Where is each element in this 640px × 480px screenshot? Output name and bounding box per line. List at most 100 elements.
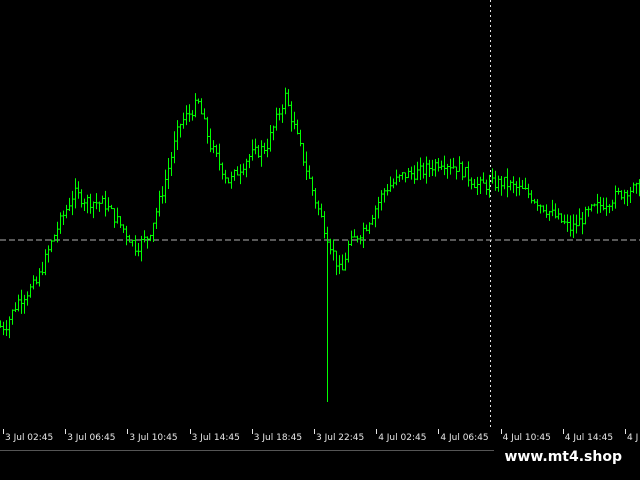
price-chart-area[interactable] [0,0,640,430]
ohlc-bar [272,125,275,141]
ohlc-bar [308,165,311,179]
ohlc-bar [155,207,158,229]
ohlc-bar [440,160,443,170]
ohlc-bar [0,320,2,328]
ohlc-bar [50,239,53,253]
ohlc-bar [119,216,122,229]
ohlc-bar [398,174,401,183]
ohlc-bar [362,222,365,249]
ohlc-bar [335,250,338,276]
ohlc-bar [581,212,584,235]
ohlc-bar [233,169,236,181]
ohlc-bar [182,112,185,129]
time-axis-tick [314,429,315,434]
ohlc-bar [599,196,602,213]
ohlc-bar [260,140,263,167]
ohlc-bar [617,187,620,195]
ohlc-bar [317,200,320,216]
ohlc-bar [548,210,551,221]
ohlc-bar [626,190,629,207]
ohlc-bar [311,176,314,196]
ohlc-bar [299,129,302,147]
ohlc-bar [380,190,383,211]
time-axis-label: 3 Jul 18:45 [253,433,303,443]
ohlc-bar [245,158,248,178]
ohlc-bar [614,185,617,209]
ohlc-bar [587,206,590,217]
ohlc-bar [266,138,269,158]
ohlc-bar [344,252,347,271]
ohlc-bar [461,161,464,181]
ohlc-bar [23,294,26,314]
ohlc-bar [458,156,461,172]
ohlc-bar [437,157,440,172]
ohlc-bar [497,175,500,192]
ohlc-bar [203,108,206,120]
ohlc-bar [275,107,278,131]
ohlc-bar [38,268,41,287]
ohlc-bar [128,234,131,243]
ohlc-bar [212,140,215,154]
ohlc-bar [68,197,71,211]
ohlc-bar [524,177,527,190]
ohlc-bar [554,203,557,219]
ohlc-bar [392,178,395,189]
ohlc-bar [485,179,488,195]
time-axis-tick [65,429,67,434]
ohlc-bar [506,168,509,198]
ohlc-bar [407,167,410,179]
ohlc-bar [224,169,227,184]
ohlc-bar [557,208,560,220]
time-axis-tick [189,429,191,434]
ohlc-bar [509,180,512,191]
ohlc-bar [125,225,128,246]
ohlc-bar [26,291,29,306]
price-chart-svg[interactable] [0,0,640,430]
ohlc-bar [530,190,533,204]
ohlc-bar [563,214,566,225]
ohlc-bar [584,206,587,225]
ohlc-bar [143,230,146,243]
watermark-text: www.mt4.shop [494,445,640,470]
ohlc-bar [434,159,437,177]
ohlc-bar [218,143,221,171]
ohlc-bar [92,201,95,219]
ohlc-bar [632,182,635,193]
time-axis-tick [500,429,502,434]
ohlc-bar [578,208,581,227]
ohlc-bar [431,159,434,177]
ohlc-bar [137,243,140,257]
ohlc-bar [383,188,386,203]
ohlc-bar [209,128,212,153]
ohlc-bar [146,236,149,249]
ohlc-bar [533,198,536,204]
ohlc-bar [293,111,296,130]
ohlc-bar [122,224,125,233]
ohlc-bar [98,201,101,212]
ohlc-bar [269,124,272,152]
ohlc-bar [161,186,164,204]
ohlc-bar [323,211,326,239]
ohlc-bar [242,163,245,176]
ohlc-bar [512,176,515,194]
ohlc-bar [545,204,548,218]
ohlc-bar [17,294,20,312]
ohlc-bar [5,320,8,337]
ohlc-bar [197,98,200,104]
ohlc-bar [302,142,305,166]
ohlc-bar [503,176,506,190]
ohlc-bar [47,245,50,263]
ohlc-bar [338,255,341,275]
ohlc-bar [404,172,407,183]
ohlc-bar [215,144,218,158]
ohlc-bar [314,187,317,209]
ohlc-bar [11,309,14,325]
ohlc-bar [467,161,470,187]
ohlc-bar [164,169,167,204]
ohlc-bar [8,316,11,339]
ohlc-bar [446,163,449,179]
ohlc-bar [29,283,32,298]
ohlc-bar [251,139,254,161]
ohlc-bar [188,104,191,122]
ohlc-bar [416,161,419,181]
